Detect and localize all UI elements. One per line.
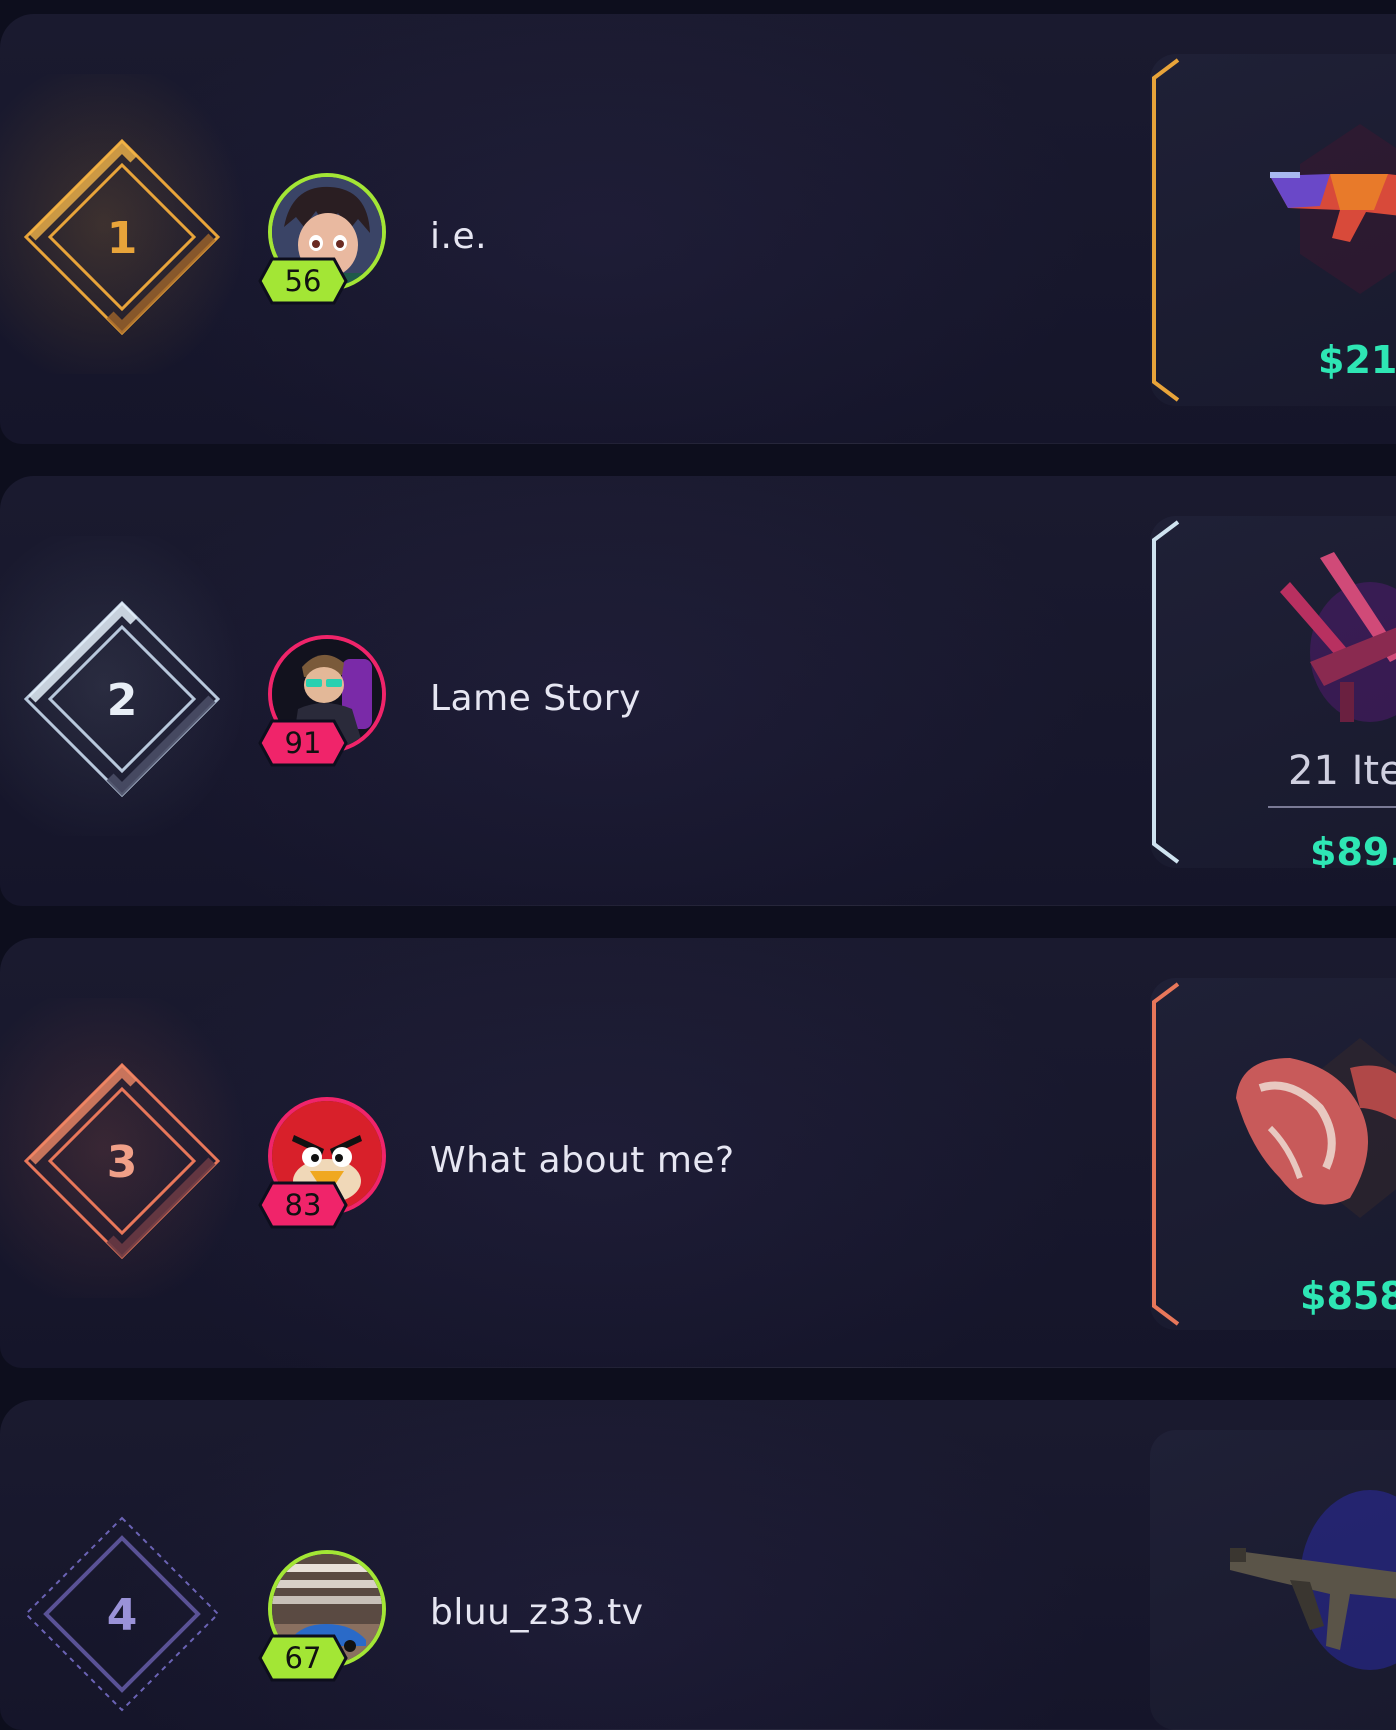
item-price: $89. xyxy=(1310,830,1396,868)
rank-number: 1 xyxy=(107,213,138,264)
card-accent-border xyxy=(1152,58,1180,402)
player-avatar-group[interactable]: 91 xyxy=(258,631,396,776)
leaderboard-row-1[interactable]: 1 56 i.e. $21 xyxy=(0,14,1396,444)
pistol-icon xyxy=(1270,124,1396,294)
level-number: 91 xyxy=(284,726,322,760)
rank-number: 4 xyxy=(107,1590,138,1641)
rank-number: 3 xyxy=(107,1137,138,1188)
rank-badge: 3 xyxy=(24,1063,220,1259)
level-badge: 91 xyxy=(258,719,348,767)
items-count: 21 Ite xyxy=(1288,748,1396,794)
leaderboard-row-3[interactable]: 3 83 What about me? $858 xyxy=(0,938,1396,1368)
username[interactable]: Lame Story xyxy=(430,676,641,722)
item-card[interactable]: $858 xyxy=(1150,978,1396,1330)
item-price: $858 xyxy=(1300,1274,1396,1318)
username[interactable]: i.e. xyxy=(430,214,487,260)
divider xyxy=(1268,806,1396,808)
item-card[interactable]: $21.5 xyxy=(1150,54,1396,406)
player-avatar-group[interactable]: 83 xyxy=(258,1093,396,1238)
level-number: 56 xyxy=(284,264,322,298)
leaderboard-row-2[interactable]: 2 91 Lame Story 21 Ite $89. xyxy=(0,476,1396,906)
rank-badge: 2 xyxy=(24,601,220,797)
rank-number: 2 xyxy=(107,675,138,726)
item-card[interactable] xyxy=(1150,1430,1396,1730)
username[interactable]: bluu_z33.tv xyxy=(430,1590,644,1636)
item-price: $21.5 xyxy=(1318,338,1396,382)
level-badge: 56 xyxy=(258,257,348,305)
item-card[interactable]: 21 Ite $89. xyxy=(1150,516,1396,868)
level-number: 83 xyxy=(284,1188,322,1222)
username[interactable]: What about me? xyxy=(430,1138,735,1184)
rank-badge: 1 xyxy=(24,139,220,335)
level-badge: 67 xyxy=(258,1634,348,1682)
rank-badge: 4 xyxy=(24,1516,220,1712)
level-badge: 83 xyxy=(258,1181,348,1229)
player-avatar-group[interactable]: 67 xyxy=(258,1546,396,1691)
leaderboard-row-4[interactable]: 4 67 bluu_z33.tv xyxy=(0,1400,1396,1730)
level-number: 67 xyxy=(284,1641,322,1675)
ak-rifle-icon xyxy=(1230,1490,1396,1670)
player-avatar-group[interactable]: 56 xyxy=(258,169,396,314)
rifle-icon xyxy=(1280,552,1396,722)
card-accent-border xyxy=(1152,520,1180,864)
gloves-icon xyxy=(1236,1038,1396,1218)
card-accent-border xyxy=(1152,982,1180,1326)
